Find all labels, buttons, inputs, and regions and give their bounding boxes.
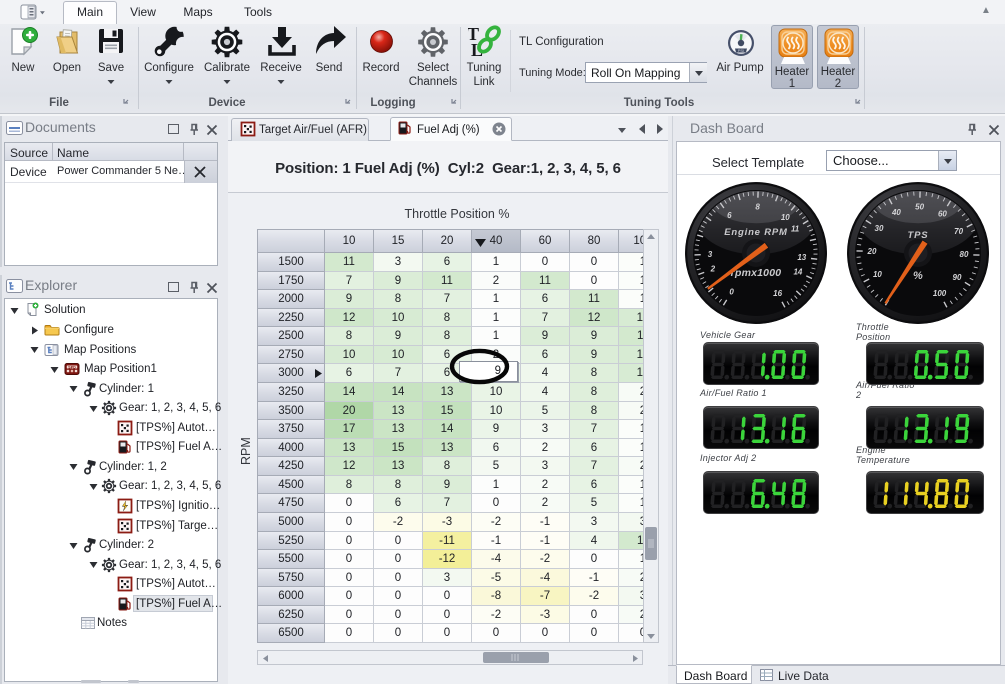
svg-text:14: 14 [793, 268, 802, 277]
svg-text:16: 16 [773, 289, 782, 298]
svg-text:80: 80 [960, 250, 969, 259]
svg-text:3: 3 [708, 250, 713, 259]
svg-text:100: 100 [933, 289, 947, 298]
svg-text:10: 10 [873, 270, 882, 279]
svg-text:50: 50 [915, 203, 924, 212]
svg-text:11: 11 [791, 224, 800, 233]
svg-text:2: 2 [710, 265, 716, 274]
svg-text:90: 90 [953, 273, 962, 282]
svg-text:8: 8 [755, 203, 760, 212]
svg-text:PSI: PSI [738, 48, 744, 53]
svg-text:SPD: SPD [68, 365, 76, 369]
svg-text:40: 40 [891, 208, 901, 217]
svg-text:rpmx1000: rpmx1000 [731, 267, 782, 279]
svg-text:60: 60 [938, 210, 947, 219]
svg-text:13: 13 [797, 253, 806, 262]
svg-text:%: % [913, 270, 923, 282]
svg-text:10: 10 [781, 213, 790, 222]
svg-text:70: 70 [954, 227, 963, 236]
svg-text:30: 30 [875, 224, 884, 233]
svg-text:Engine RPM: Engine RPM [724, 227, 788, 238]
svg-text:20: 20 [867, 247, 877, 256]
svg-text:0: 0 [729, 288, 734, 297]
svg-text:6: 6 [727, 211, 732, 220]
